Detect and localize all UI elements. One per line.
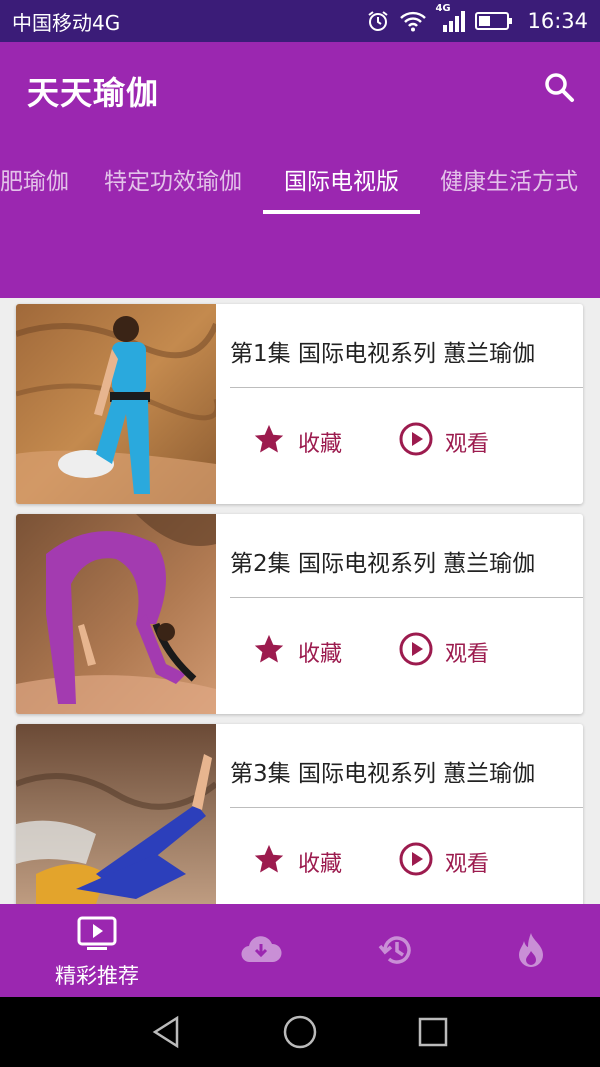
back-nav-button[interactable] <box>149 1014 185 1050</box>
star-icon <box>252 632 286 672</box>
favorite-button[interactable]: 收藏 <box>252 632 342 672</box>
episode-thumbnail[interactable] <box>16 514 216 714</box>
tab-targeted-yoga[interactable]: 特定功效瑜伽 <box>104 152 242 216</box>
app-screen: 中国移动4G 4G 16:34 天天瑜伽 肥瑜伽 特定功效瑜伽 国际电视版 健康… <box>0 0 600 1067</box>
active-tab-indicator <box>263 210 420 214</box>
wifi-icon <box>399 10 427 32</box>
tab-healthy-lifestyle[interactable]: 健康生活方式 <box>440 152 578 216</box>
star-icon <box>252 842 286 882</box>
watch-label: 观看 <box>445 432 490 457</box>
tab-international-tv[interactable]: 国际电视版 <box>284 152 399 216</box>
nav-recommended[interactable]: 精彩推荐 <box>0 904 194 997</box>
cloud-download-icon <box>240 934 282 968</box>
star-icon <box>252 422 286 462</box>
episode-title: 第3集 国际电视系列 蕙兰瑜伽 <box>230 761 536 787</box>
watch-label: 观看 <box>445 852 490 877</box>
cell-signal-icon: 4G <box>435 3 466 33</box>
circle-home-icon <box>283 1015 317 1049</box>
episode-card[interactable]: 第3集 国际电视系列 蕙兰瑜伽 收藏 观看 <box>16 724 583 904</box>
episode-card[interactable]: 第1集 国际电视系列 蕙兰瑜伽 收藏 观看 <box>16 304 583 504</box>
favorite-button[interactable]: 收藏 <box>252 422 342 462</box>
card-divider <box>230 807 583 808</box>
favorite-label: 收藏 <box>298 642 343 667</box>
alarm-icon <box>367 10 389 32</box>
watch-button[interactable]: 观看 <box>399 422 489 462</box>
favorite-label: 收藏 <box>298 432 343 457</box>
card-divider <box>230 387 583 388</box>
square-recents-icon <box>418 1017 448 1047</box>
watch-button[interactable]: 观看 <box>399 632 489 672</box>
episode-thumbnail[interactable] <box>16 304 216 504</box>
episode-thumbnail[interactable] <box>16 724 216 904</box>
app-title: 天天瑜伽 <box>27 74 160 112</box>
triangle-back-icon <box>152 1015 179 1049</box>
play-circle-icon <box>399 842 433 882</box>
nav-downloads[interactable] <box>194 904 328 997</box>
play-circle-icon <box>399 632 433 672</box>
carrier-label: 中国移动4G <box>12 10 121 35</box>
flame-icon <box>516 931 546 973</box>
recents-nav-button[interactable] <box>415 1014 451 1050</box>
network-type-label: 4G <box>435 3 451 14</box>
search-button[interactable] <box>538 68 580 110</box>
card-divider <box>230 597 583 598</box>
system-nav-bar <box>0 997 600 1067</box>
status-icons: 4G 16:34 <box>367 3 588 33</box>
tab-label: 肥瑜伽 <box>0 169 69 195</box>
battery-icon <box>475 11 513 31</box>
episode-title: 第1集 国际电视系列 蕙兰瑜伽 <box>230 341 536 367</box>
app-bar: 天天瑜伽 肥瑜伽 特定功效瑜伽 国际电视版 健康生活方式 <box>0 42 600 298</box>
favorite-label: 收藏 <box>298 852 343 877</box>
category-tabs: 肥瑜伽 特定功效瑜伽 国际电视版 健康生活方式 <box>0 152 600 216</box>
nav-hot[interactable] <box>462 904 600 997</box>
history-icon <box>378 932 414 972</box>
episode-title: 第2集 国际电视系列 蕙兰瑜伽 <box>230 551 536 577</box>
nav-label: 精彩推荐 <box>55 964 139 988</box>
tab-label: 特定功效瑜伽 <box>104 169 242 195</box>
watch-button[interactable]: 观看 <box>399 842 489 882</box>
tv-play-icon <box>77 916 117 956</box>
tab-label: 健康生活方式 <box>440 169 578 195</box>
status-bar: 中国移动4G 4G 16:34 <box>0 0 600 42</box>
tab-label: 国际电视版 <box>284 169 399 195</box>
search-icon <box>543 71 575 107</box>
tab-slim-yoga[interactable]: 肥瑜伽 <box>0 152 69 216</box>
episode-list[interactable]: 第1集 国际电视系列 蕙兰瑜伽 收藏 观看 第2集 国际电视系列 蕙兰瑜伽 收藏… <box>0 298 600 904</box>
home-nav-button[interactable] <box>282 1014 318 1050</box>
bottom-nav: 精彩推荐 <box>0 904 600 997</box>
clock-label: 16:34 <box>527 9 588 33</box>
nav-history[interactable] <box>328 904 462 997</box>
play-circle-icon <box>399 422 433 462</box>
watch-label: 观看 <box>445 642 490 667</box>
episode-card[interactable]: 第2集 国际电视系列 蕙兰瑜伽 收藏 观看 <box>16 514 583 714</box>
favorite-button[interactable]: 收藏 <box>252 842 342 882</box>
